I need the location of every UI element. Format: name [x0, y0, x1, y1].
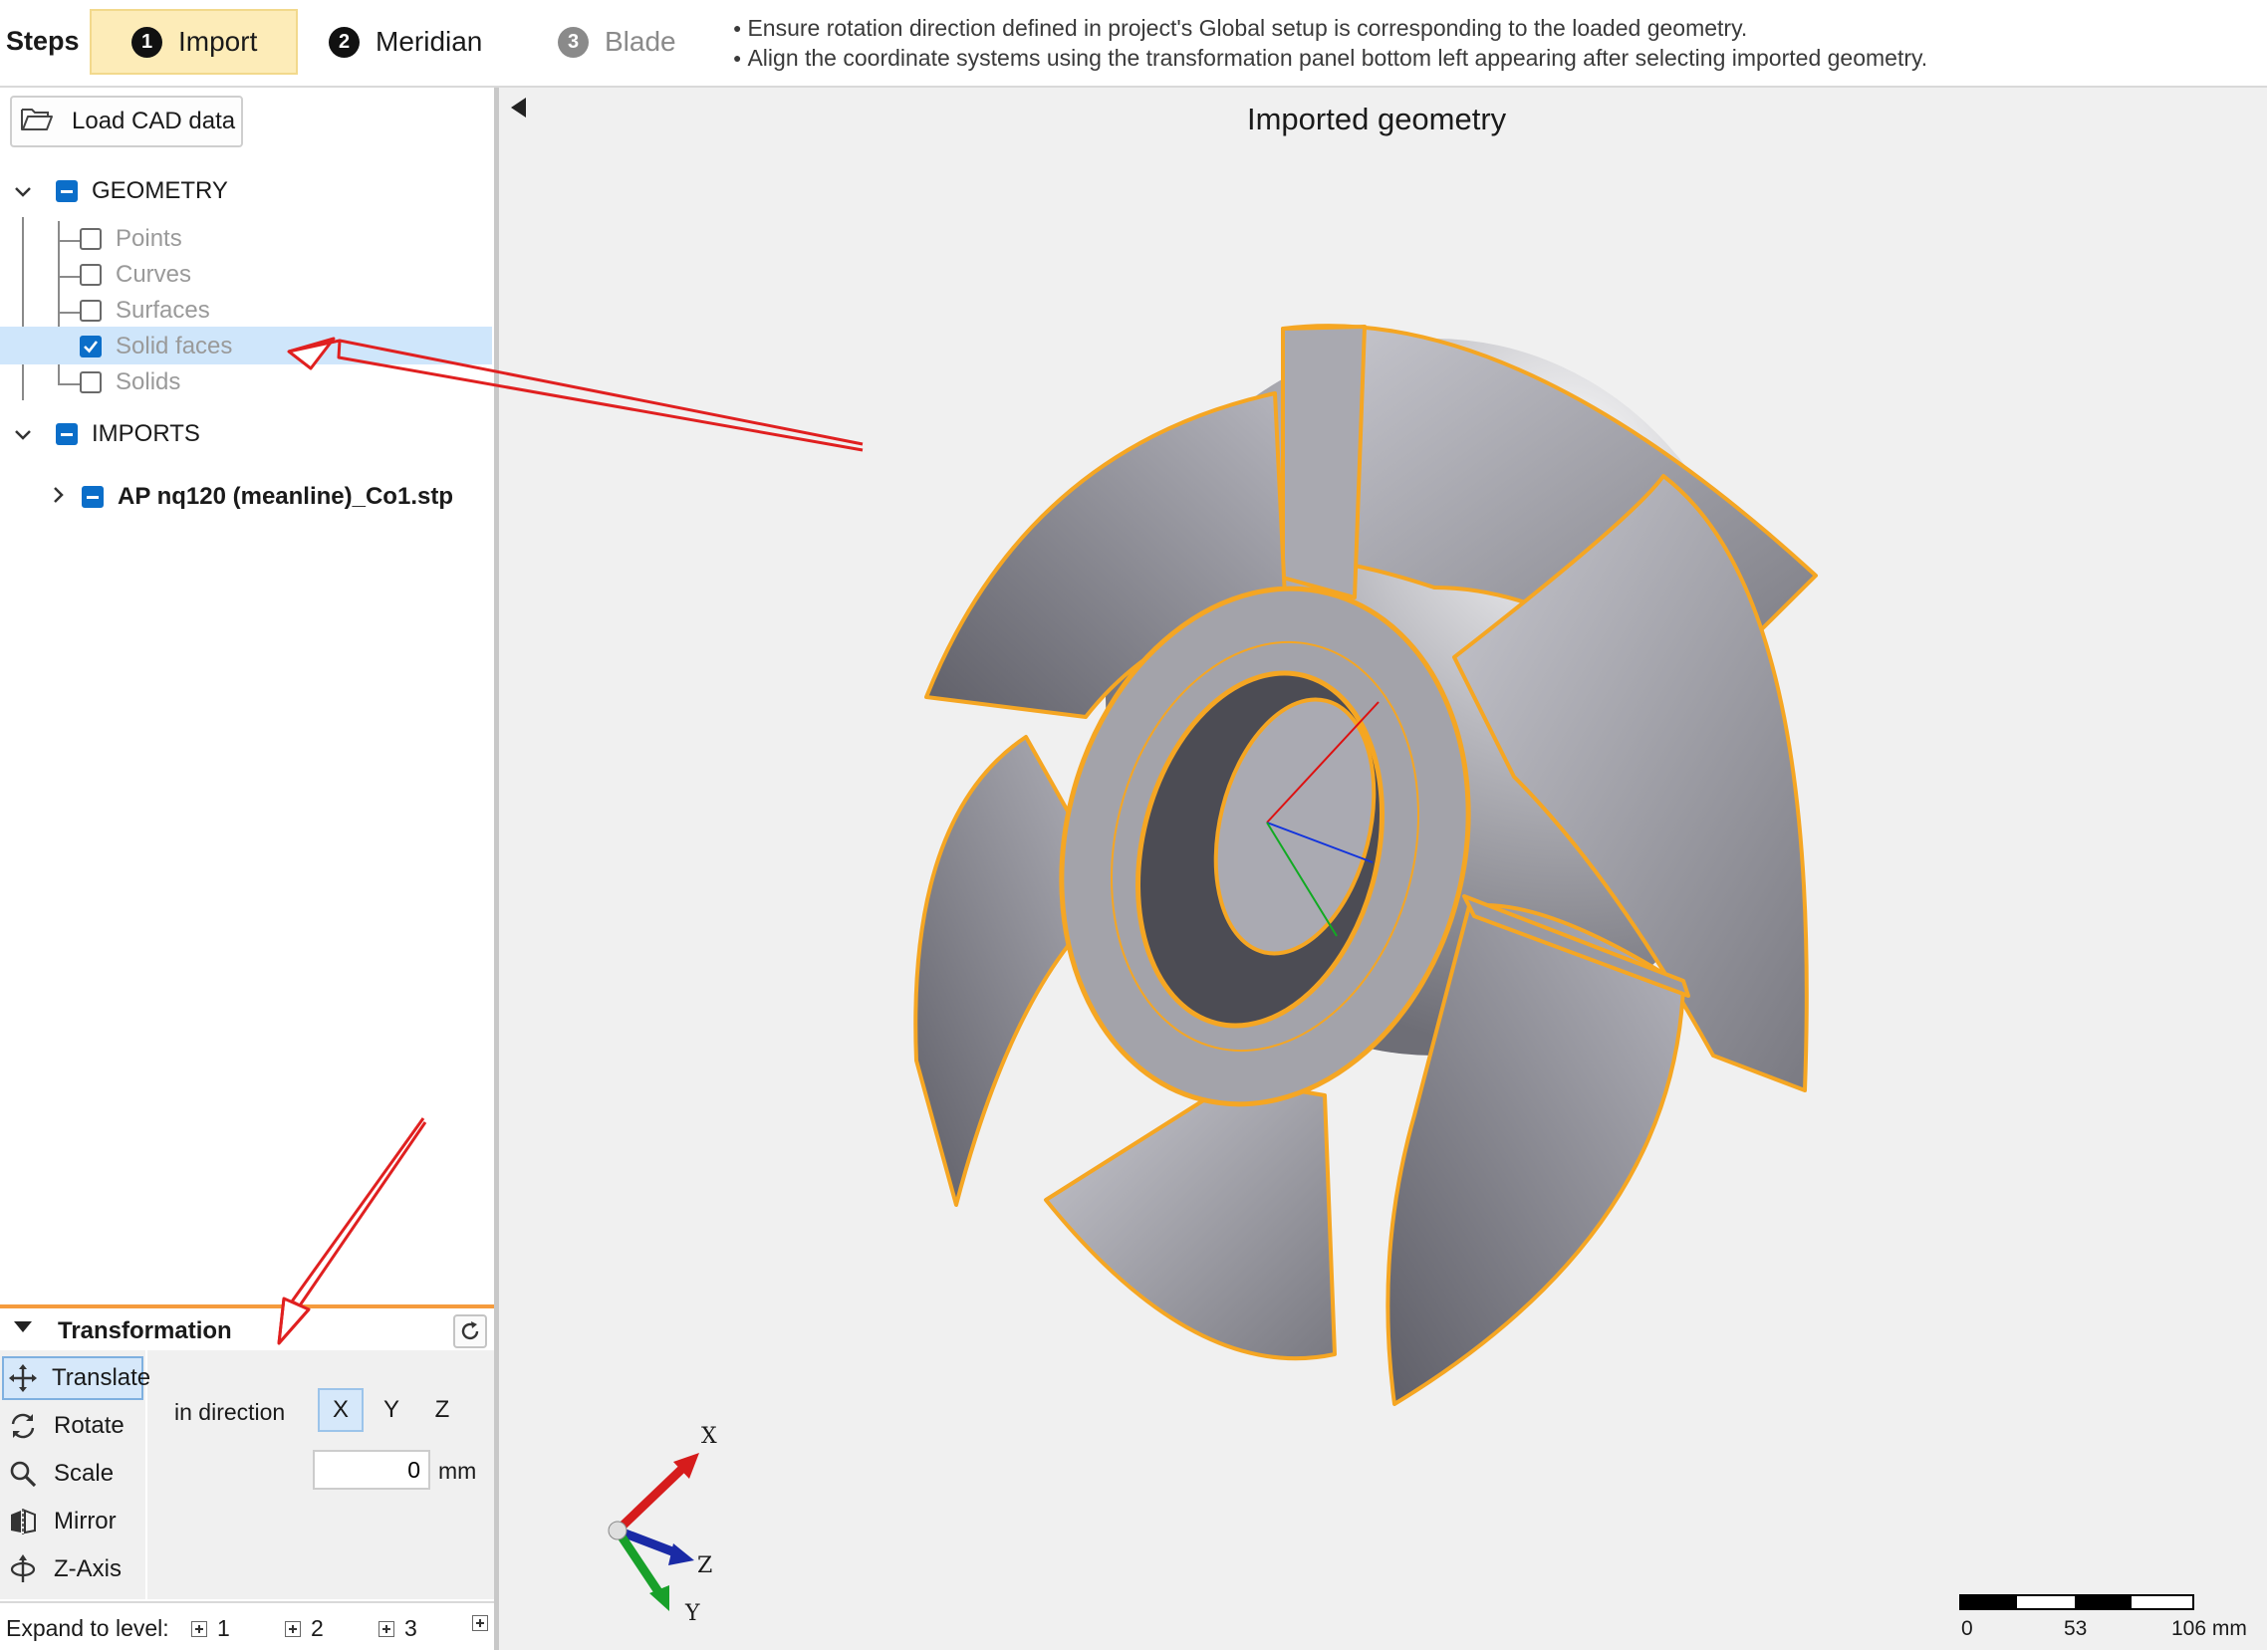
blade — [1044, 1078, 1337, 1361]
impeller-render — [277, 324, 2194, 1611]
scale-label-53: 53 — [2064, 1617, 2088, 1640]
annotation-arrow-top — [287, 337, 864, 452]
triad-y-label: Y — [685, 1601, 700, 1626]
scale-label-106: 106 mm — [2171, 1617, 2247, 1640]
scale-bar — [1959, 1594, 2194, 1610]
triad-z-label: Z — [697, 1553, 713, 1578]
triad-x-label: X — [701, 1424, 717, 1449]
view-triad — [608, 1453, 699, 1611]
annotation-arrow-bottom — [277, 1117, 427, 1345]
scale-label-0: 0 — [1961, 1617, 1973, 1640]
blade — [1281, 325, 1367, 599]
